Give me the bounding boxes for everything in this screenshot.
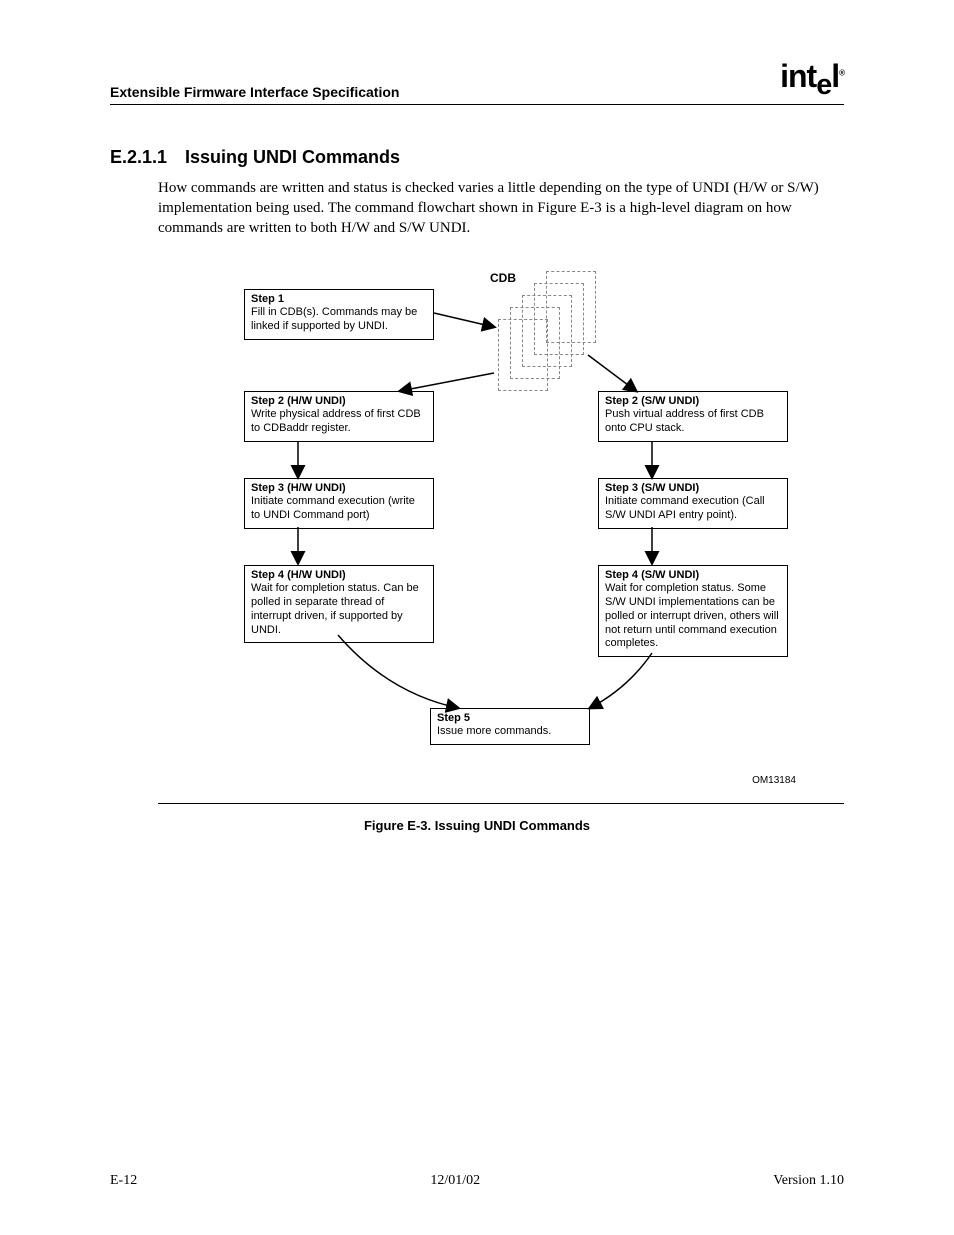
step3hw-text: Initiate command execution (write to UND…	[251, 495, 427, 523]
intel-logo: intel®	[780, 60, 844, 100]
step5-title: Step 5	[437, 712, 583, 726]
step5-box: Step 5 Issue more commands.	[430, 708, 590, 746]
step3hw-title: Step 3 (H/W UNDI)	[251, 482, 427, 496]
figure-area: CDB Step 1 Fill in CDB(s). Commands may …	[158, 263, 844, 804]
step4sw-box: Step 4 (S/W UNDI) Wait for completion st…	[598, 565, 788, 658]
page-header: Extensible Firmware Interface Specificat…	[110, 60, 844, 105]
step2hw-box: Step 2 (H/W UNDI) Write physical address…	[244, 391, 434, 442]
step3hw-box: Step 3 (H/W UNDI) Initiate command execu…	[244, 478, 434, 529]
doc-title: Extensible Firmware Interface Specificat…	[110, 84, 399, 100]
cdb-box	[498, 319, 548, 391]
figure-caption: Figure E-3. Issuing UNDI Commands	[110, 818, 844, 833]
om-code: OM13184	[752, 775, 796, 786]
step1-text: Fill in CDB(s). Commands may be linked i…	[251, 306, 427, 334]
footer-center: 12/01/02	[430, 1173, 480, 1189]
step3sw-text: Initiate command execution (Call S/W UND…	[605, 495, 781, 523]
step4sw-text: Wait for completion status. Some S/W UND…	[605, 582, 781, 651]
step2sw-text: Push virtual address of first CDB onto C…	[605, 408, 781, 436]
body-paragraph: How commands are written and status is c…	[158, 178, 844, 239]
step2hw-text: Write physical address of first CDB to C…	[251, 408, 427, 436]
section-number: E.2.1.1	[110, 147, 185, 168]
page-footer: E-12 12/01/02 Version 1.10	[110, 1173, 844, 1189]
footer-right: Version 1.10	[773, 1173, 844, 1189]
step1-title: Step 1	[251, 293, 427, 307]
section-title: Issuing UNDI Commands	[185, 147, 400, 167]
step2sw-box: Step 2 (S/W UNDI) Push virtual address o…	[598, 391, 788, 442]
step4sw-title: Step 4 (S/W UNDI)	[605, 569, 781, 583]
step3sw-box: Step 3 (S/W UNDI) Initiate command execu…	[598, 478, 788, 529]
step4hw-box: Step 4 (H/W UNDI) Wait for completion st…	[244, 565, 434, 644]
step2hw-title: Step 2 (H/W UNDI)	[251, 395, 427, 409]
footer-left: E-12	[110, 1173, 137, 1189]
step5-text: Issue more commands.	[437, 725, 583, 739]
section-heading: E.2.1.1Issuing UNDI Commands	[110, 147, 844, 168]
step2sw-title: Step 2 (S/W UNDI)	[605, 395, 781, 409]
step4hw-text: Wait for completion status. Can be polle…	[251, 582, 427, 637]
step4hw-title: Step 4 (H/W UNDI)	[251, 569, 427, 583]
cdb-label: CDB	[490, 271, 516, 285]
step1-box: Step 1 Fill in CDB(s). Commands may be l…	[244, 289, 434, 340]
step3sw-title: Step 3 (S/W UNDI)	[605, 482, 781, 496]
